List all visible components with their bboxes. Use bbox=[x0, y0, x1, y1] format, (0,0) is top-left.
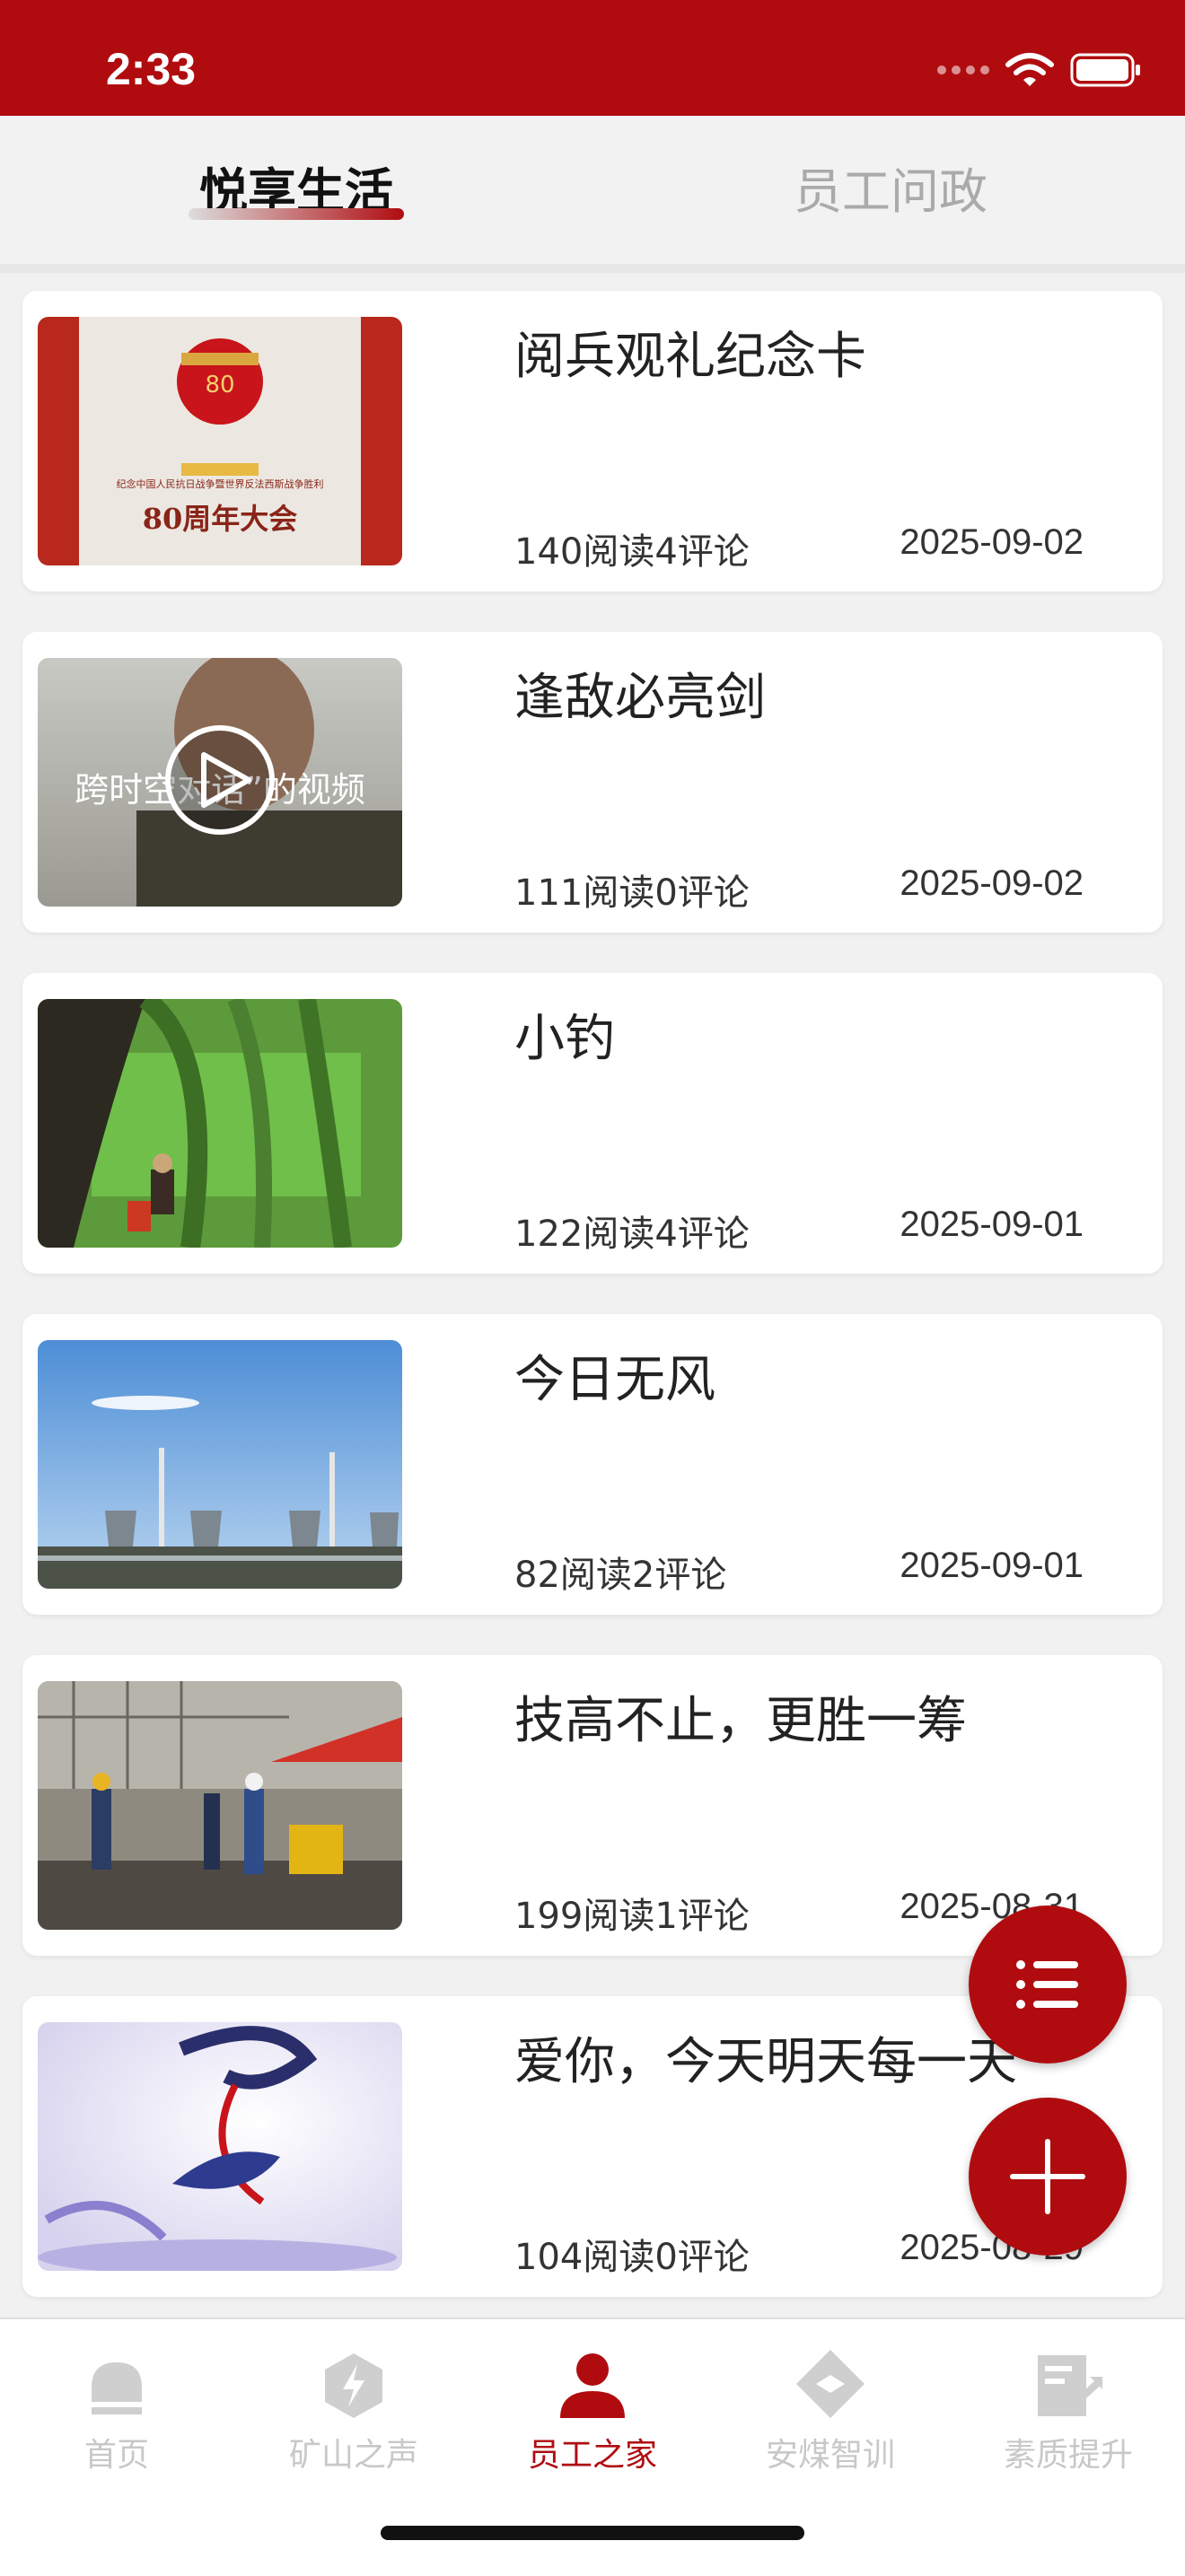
list-fab-button[interactable] bbox=[969, 1906, 1127, 2063]
nav-label: 安煤智训 bbox=[765, 2437, 895, 2474]
article-title: 阅兵观礼纪念卡 bbox=[514, 328, 866, 386]
status-icons bbox=[937, 53, 1142, 87]
divider bbox=[0, 264, 1185, 273]
status-bar: 2:33 bbox=[0, 0, 1185, 116]
article-thumbnail bbox=[38, 1681, 402, 1930]
nav-label: 矿山之声 bbox=[288, 2437, 418, 2474]
add-fab-button[interactable] bbox=[969, 2098, 1127, 2256]
play-icon[interactable] bbox=[165, 725, 275, 835]
article-date: 2025-09-02 bbox=[900, 863, 1084, 903]
article-stats: 111阅读0评论 bbox=[514, 872, 750, 914]
nav-label: 员工之家 bbox=[527, 2437, 657, 2474]
person-icon bbox=[560, 2353, 625, 2418]
list-icon bbox=[1016, 1960, 1078, 2009]
article-card[interactable]: 跨时空对话”的视频 逢敌必亮剑 111阅读0评论 2025-09-02 bbox=[22, 632, 1163, 933]
status-time: 2:33 bbox=[106, 44, 197, 94]
article-stats: 104阅读0评论 bbox=[514, 2237, 750, 2278]
article-stats: 140阅读4评论 bbox=[514, 531, 750, 573]
article-date: 2025-09-01 bbox=[900, 1205, 1084, 1244]
article-stats: 122阅读4评论 bbox=[514, 1214, 750, 1255]
article-thumbnail: 80 纪念中国人民抗日战争暨世界反法西斯战争胜利 80周年大会 bbox=[38, 317, 402, 565]
lightning-icon bbox=[325, 2353, 382, 2418]
tab-staff-inquiry[interactable]: 员工问政 bbox=[794, 152, 988, 223]
article-title: 爱你，今天明天每一天 bbox=[514, 2033, 1017, 2091]
article-card[interactable]: 今日无风 82阅读2评论 2025-09-01 bbox=[22, 1314, 1163, 1615]
signal-icon bbox=[937, 66, 989, 74]
article-thumbnail bbox=[38, 2022, 402, 2271]
plus-icon bbox=[1010, 2139, 1085, 2214]
article-date: 2025-09-02 bbox=[900, 522, 1084, 562]
nav-safety-training[interactable]: 安煤智训 bbox=[732, 2339, 929, 2475]
home-icon bbox=[92, 2362, 142, 2414]
nav-home[interactable]: 首页 bbox=[18, 2339, 215, 2475]
home-indicator bbox=[381, 2526, 804, 2540]
nav-mine-voice[interactable]: 矿山之声 bbox=[255, 2339, 452, 2475]
nav-quality-improve[interactable]: 素质提升 bbox=[970, 2339, 1167, 2475]
article-thumbnail: 跨时空对话”的视频 bbox=[38, 658, 402, 907]
nav-staff-home[interactable]: 员工之家 bbox=[494, 2339, 691, 2475]
growth-icon bbox=[1038, 2355, 1103, 2416]
nav-label: 素质提升 bbox=[1003, 2437, 1133, 2474]
poster-line2: 80周年大会 bbox=[143, 502, 298, 536]
article-card[interactable]: 80 纪念中国人民抗日战争暨世界反法西斯战争胜利 80周年大会 阅兵观礼纪念卡 … bbox=[22, 291, 1163, 591]
battery-icon bbox=[1070, 53, 1140, 87]
article-card[interactable]: 小钓 122阅读4评论 2025-09-01 bbox=[22, 973, 1163, 1274]
poster-line1: 纪念中国人民抗日战争暨世界反法西斯战争胜利 bbox=[117, 478, 324, 490]
nav-label: 首页 bbox=[83, 2437, 149, 2474]
tab-active-indicator bbox=[189, 208, 404, 220]
article-title: 今日无风 bbox=[514, 1351, 715, 1409]
article-title: 技高不止，更胜一筹 bbox=[514, 1692, 967, 1750]
article-title: 逢敌必亮剑 bbox=[514, 669, 766, 727]
wifi-icon bbox=[1005, 53, 1054, 86]
article-stats: 82阅读2评论 bbox=[514, 1555, 727, 1596]
poster-badge: 80 bbox=[205, 372, 234, 399]
article-thumbnail bbox=[38, 999, 402, 1248]
article-card[interactable]: 技高不止，更胜一筹 199阅读1评论 2025-08-31 bbox=[22, 1655, 1163, 1956]
article-stats: 199阅读1评论 bbox=[514, 1896, 750, 1937]
article-date: 2025-09-01 bbox=[900, 1546, 1084, 1585]
article-thumbnail bbox=[38, 1340, 402, 1589]
top-tabs: 悦享生活 员工问政 bbox=[0, 116, 1185, 264]
training-icon bbox=[796, 2350, 865, 2418]
article-title: 小钓 bbox=[514, 1010, 615, 1068]
